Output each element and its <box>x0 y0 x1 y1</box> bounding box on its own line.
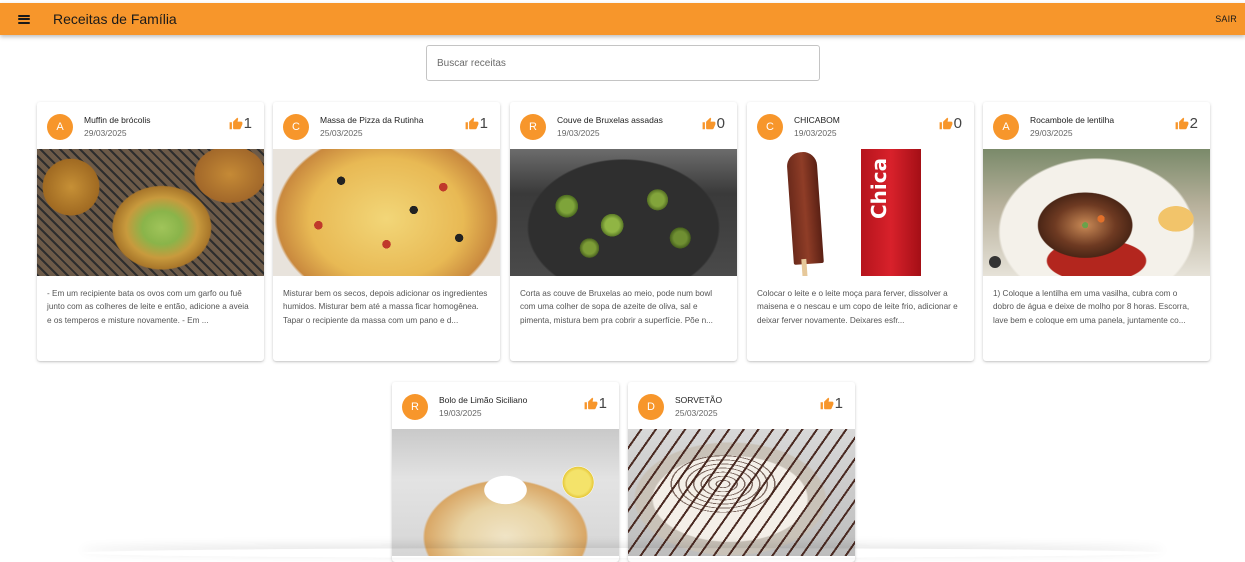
recipe-title: Massa de Pizza da Rutinha <box>320 115 423 125</box>
recipe-excerpt: Colocar o leite e o leite moça para ferv… <box>747 276 974 360</box>
recipe-date: 29/03/2025 <box>1030 128 1073 138</box>
avatar: R <box>402 394 428 420</box>
recipe-card[interactable]: A Muffin de brócolis 29/03/2025 1 - Em u… <box>37 102 264 361</box>
recipe-date: 19/03/2025 <box>439 408 482 418</box>
recipe-date: 19/03/2025 <box>794 128 837 138</box>
thumbs-up-icon <box>820 397 834 411</box>
recipe-card[interactable]: R Couve de Bruxelas assadas 19/03/2025 0… <box>510 102 737 361</box>
like-button[interactable]: 1 <box>465 116 488 131</box>
package-label: Chica Bon <box>867 149 891 219</box>
card-header: R Bolo de Limão Siciliano 19/03/2025 1 <box>392 382 619 429</box>
like-count: 1 <box>244 116 252 131</box>
card-header: R Couve de Bruxelas assadas 19/03/2025 0 <box>510 102 737 149</box>
recipe-image <box>273 149 500 276</box>
menu-icon <box>18 15 30 24</box>
avatar: R <box>520 114 546 140</box>
recipe-excerpt: Misturar bem os secos, depois adicionar … <box>273 276 500 360</box>
avatar: A <box>47 114 73 140</box>
recipe-image: Chica Bon <box>747 149 974 276</box>
recipe-image <box>510 149 737 276</box>
card-header: D SORVETÃO 25/03/2025 1 <box>628 382 855 429</box>
thumbs-up-icon <box>702 117 716 131</box>
card-header: C Massa de Pizza da Rutinha 25/03/2025 1 <box>273 102 500 149</box>
like-button[interactable]: 0 <box>702 116 725 131</box>
recipe-excerpt: 1) Coloque a lentilha em uma vasilha, cu… <box>983 276 1210 360</box>
menu-button[interactable] <box>0 3 44 35</box>
app-bar: Receitas de Família SAIR <box>0 3 1245 35</box>
avatar: A <box>993 114 1019 140</box>
avatar: C <box>757 114 783 140</box>
like-count: 1 <box>835 396 843 411</box>
like-count: 0 <box>717 116 725 131</box>
bottom-shadow <box>80 548 1165 558</box>
card-header: C CHICABOM 19/03/2025 0 <box>747 102 974 149</box>
search-input[interactable] <box>427 46 819 80</box>
search-field <box>426 45 820 81</box>
card-header: A Rocambole de lentilha 29/03/2025 2 <box>983 102 1210 149</box>
recipe-excerpt: - Em um recipiente bata os ovos com um g… <box>37 276 264 360</box>
recipe-date: 19/03/2025 <box>557 128 600 138</box>
recipe-card[interactable]: C CHICABOM 19/03/2025 0 Chica Bon Coloca… <box>747 102 974 361</box>
thumbs-up-icon <box>939 117 953 131</box>
recipe-card[interactable]: A Rocambole de lentilha 29/03/2025 2 1) … <box>983 102 1210 361</box>
recipe-image <box>983 149 1210 276</box>
avatar: C <box>283 114 309 140</box>
recipe-excerpt: Corta as couve de Bruxelas ao meio, pode… <box>510 276 737 360</box>
thumbs-up-icon <box>584 397 598 411</box>
logout-button[interactable]: SAIR <box>1215 14 1237 24</box>
avatar: D <box>638 394 664 420</box>
thumbs-up-icon <box>1175 117 1189 131</box>
recipe-card[interactable]: D SORVETÃO 25/03/2025 1 <box>628 382 855 562</box>
recipe-card[interactable]: C Massa de Pizza da Rutinha 25/03/2025 1… <box>273 102 500 361</box>
recipe-image <box>37 149 264 276</box>
recipe-title: CHICABOM <box>794 115 840 125</box>
recipe-image <box>628 429 855 556</box>
recipe-title: Rocambole de lentilha <box>1030 115 1114 125</box>
recipe-card[interactable]: R Bolo de Limão Siciliano 19/03/2025 1 <box>392 382 619 562</box>
recipe-image <box>392 429 619 556</box>
recipe-date: 25/03/2025 <box>320 128 363 138</box>
camera-icon <box>989 256 1001 268</box>
thumbs-up-icon <box>465 117 479 131</box>
like-button[interactable]: 1 <box>820 396 843 411</box>
recipe-title: Muffin de brócolis <box>84 115 150 125</box>
like-button[interactable]: 1 <box>229 116 252 131</box>
like-count: 2 <box>1190 116 1198 131</box>
like-button[interactable]: 2 <box>1175 116 1198 131</box>
app-title: Receitas de Família <box>53 11 177 27</box>
card-header: A Muffin de brócolis 29/03/2025 1 <box>37 102 264 149</box>
thumbs-up-icon <box>229 117 243 131</box>
recipe-date: 29/03/2025 <box>84 128 127 138</box>
recipe-title: SORVETÃO <box>675 395 722 405</box>
recipe-title: Couve de Bruxelas assadas <box>557 115 663 125</box>
like-count: 1 <box>480 116 488 131</box>
like-button[interactable]: 0 <box>939 116 962 131</box>
chocolate-swirl <box>668 454 778 514</box>
like-button[interactable]: 1 <box>584 396 607 411</box>
recipe-title: Bolo de Limão Siciliano <box>439 395 527 405</box>
popsicle-shape <box>786 151 824 265</box>
like-count: 0 <box>954 116 962 131</box>
like-count: 1 <box>599 396 607 411</box>
recipe-date: 25/03/2025 <box>675 408 718 418</box>
